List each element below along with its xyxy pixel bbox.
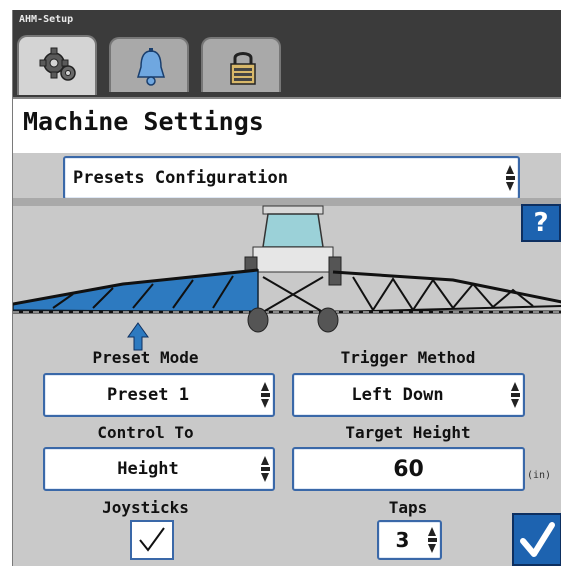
trigger-method-select[interactable]: Left Down bbox=[292, 373, 525, 417]
bell-icon bbox=[136, 48, 166, 86]
preset-mode-label: Preset Mode bbox=[92, 348, 199, 367]
control-to-value: Height bbox=[117, 459, 179, 479]
tab-lock[interactable] bbox=[201, 37, 281, 92]
target-height-label: Target Height bbox=[345, 423, 471, 442]
checkmark-icon bbox=[520, 522, 555, 557]
checkmark-icon bbox=[139, 527, 165, 552]
gear-icon bbox=[39, 47, 76, 81]
app-frame: AHM-Setup Machine Settings Presets Confi… bbox=[12, 10, 561, 566]
title-bar: AHM-Setup bbox=[13, 10, 561, 100]
joysticks-checkbox[interactable] bbox=[130, 520, 174, 560]
control-to-spinner-icon bbox=[261, 456, 270, 482]
control-to-label: Control To bbox=[97, 423, 194, 442]
target-height-value: 60 bbox=[393, 456, 424, 482]
preset-mode-select[interactable]: Preset 1 bbox=[43, 373, 275, 417]
taps-stepper[interactable]: 3 bbox=[377, 520, 442, 560]
trigger-method-value: Left Down bbox=[351, 385, 444, 405]
preset-mode-value: Preset 1 bbox=[107, 385, 189, 405]
confirm-button[interactable] bbox=[512, 513, 561, 566]
tractor-cab-icon bbox=[244, 205, 342, 286]
config-select[interactable]: Presets Configuration bbox=[63, 156, 520, 200]
preset-pointer-arrow-icon bbox=[127, 322, 149, 351]
joysticks-label: Joysticks bbox=[102, 498, 189, 517]
config-select-value: Presets Configuration bbox=[73, 168, 288, 188]
tab-settings[interactable] bbox=[17, 35, 97, 95]
taps-spinner-icon bbox=[428, 527, 437, 553]
trigger-method-spinner-icon bbox=[511, 382, 520, 408]
lock-icon bbox=[230, 52, 256, 85]
page-title: Machine Settings bbox=[23, 107, 264, 136]
preset-mode-spinner-icon bbox=[261, 382, 270, 408]
target-height-unit: (in) bbox=[527, 470, 552, 481]
app-name: AHM-Setup bbox=[19, 14, 74, 25]
taps-value: 3 bbox=[395, 528, 410, 552]
tab-alarms[interactable] bbox=[109, 37, 189, 92]
control-to-select[interactable]: Height bbox=[43, 447, 275, 491]
sprayer-boom-diagram bbox=[13, 205, 561, 351]
trigger-method-label: Trigger Method bbox=[340, 348, 476, 367]
taps-label: Taps bbox=[388, 498, 428, 517]
target-height-input[interactable]: 60 bbox=[292, 447, 525, 491]
config-select-spinner-icon bbox=[506, 165, 515, 191]
page-header: Machine Settings bbox=[13, 97, 561, 153]
